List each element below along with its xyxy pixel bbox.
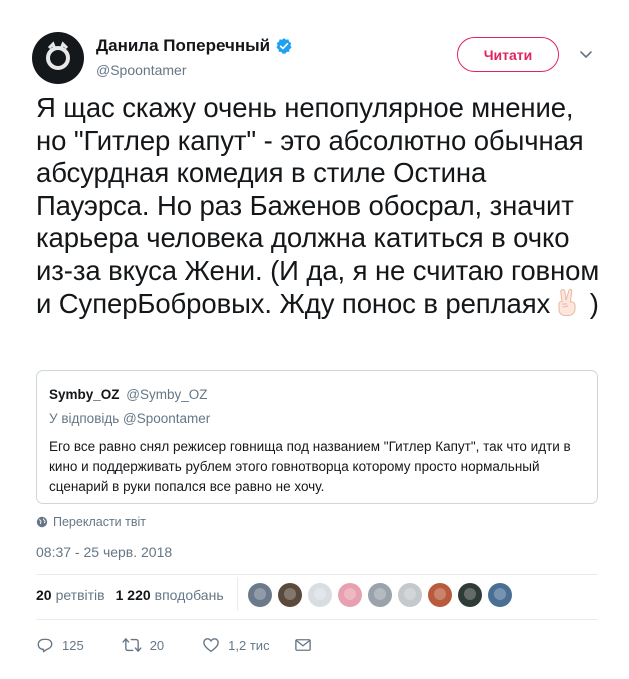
envelope-icon	[294, 639, 311, 651]
divider	[36, 619, 598, 620]
author-info: Данила Поперечный @Spoontamer	[96, 36, 293, 78]
reply-mention[interactable]: @Spoontamer	[123, 411, 210, 426]
retweet-icon	[122, 638, 142, 652]
author-avatar[interactable]	[32, 32, 84, 84]
likes-stat[interactable]: 1 220 вподобань	[116, 587, 224, 603]
heart-icon	[203, 638, 219, 653]
liker-avatar[interactable]	[338, 583, 362, 607]
chevron-down-icon[interactable]	[578, 46, 594, 62]
tweet-body: Я щас скажу очень непопулярное мнение, н…	[36, 92, 600, 319]
quoted-tweet-header: Symby_OZ @Symby_OZ	[49, 387, 587, 402]
retweets-count: 20	[36, 587, 52, 603]
quoted-tweet[interactable]: Symby_OZ @Symby_OZ У відповідь @Spoontam…	[36, 370, 598, 504]
reply-button[interactable]: 125	[36, 636, 84, 654]
tweet-body-end: )	[589, 288, 599, 319]
tweet-actions: 125 20 1,2 тис	[36, 636, 312, 654]
tweet-timestamp[interactable]: 08:37 - 25 черв. 2018	[36, 544, 172, 560]
liker-avatar[interactable]	[308, 583, 332, 607]
retweet-button[interactable]: 20	[122, 636, 164, 654]
quoted-author-handle: @Symby_OZ	[126, 387, 208, 402]
quoted-tweet-body: Его все равно снял режисер говнища под н…	[49, 439, 571, 494]
follow-button[interactable]: Читати	[457, 37, 559, 72]
divider	[36, 574, 598, 575]
author-name[interactable]: Данила Поперечный	[96, 36, 270, 56]
author-handle[interactable]: @Spoontamer	[96, 62, 293, 78]
like-button[interactable]: 1,2 тис	[202, 636, 270, 654]
victory-hand-icon	[554, 287, 582, 325]
quoted-reply-context: У відповідь @Spoontamer	[49, 411, 587, 426]
reply-icon	[37, 638, 53, 653]
liker-avatar[interactable]	[278, 583, 302, 607]
verified-badge-icon	[276, 38, 292, 54]
like-count: 1,2 тис	[228, 637, 270, 653]
direct-message-button[interactable]	[294, 636, 312, 654]
liker-avatar[interactable]	[458, 583, 482, 607]
likes-count: 1 220	[115, 587, 151, 603]
likes-label: вподобань	[154, 587, 224, 603]
retweets-label: ретвітів	[55, 587, 105, 603]
reply-prefix: У відповідь	[49, 411, 120, 426]
retweets-stat[interactable]: 20 ретвітів	[36, 587, 105, 603]
snake-logo-icon	[46, 41, 70, 70]
liker-avatar[interactable]	[488, 583, 512, 607]
liker-avatar[interactable]	[398, 583, 422, 607]
stats-separator	[237, 577, 238, 611]
liker-avatars	[248, 583, 518, 607]
tweet-text: Я щас скажу очень непопулярное мнение, н…	[36, 92, 606, 325]
retweet-count: 20	[149, 637, 165, 653]
translate-label: Перекласти твіт	[53, 515, 146, 529]
translate-link[interactable]: Перекласти твіт	[36, 515, 146, 529]
quoted-author-name: Symby_OZ	[49, 387, 120, 402]
reply-count: 125	[62, 637, 84, 653]
liker-avatar[interactable]	[428, 583, 452, 607]
globe-icon	[36, 516, 48, 528]
liker-avatar[interactable]	[368, 583, 392, 607]
tweet-stats: 20 ретвітів 1 220 вподобань	[36, 587, 235, 603]
liker-avatar[interactable]	[248, 583, 272, 607]
